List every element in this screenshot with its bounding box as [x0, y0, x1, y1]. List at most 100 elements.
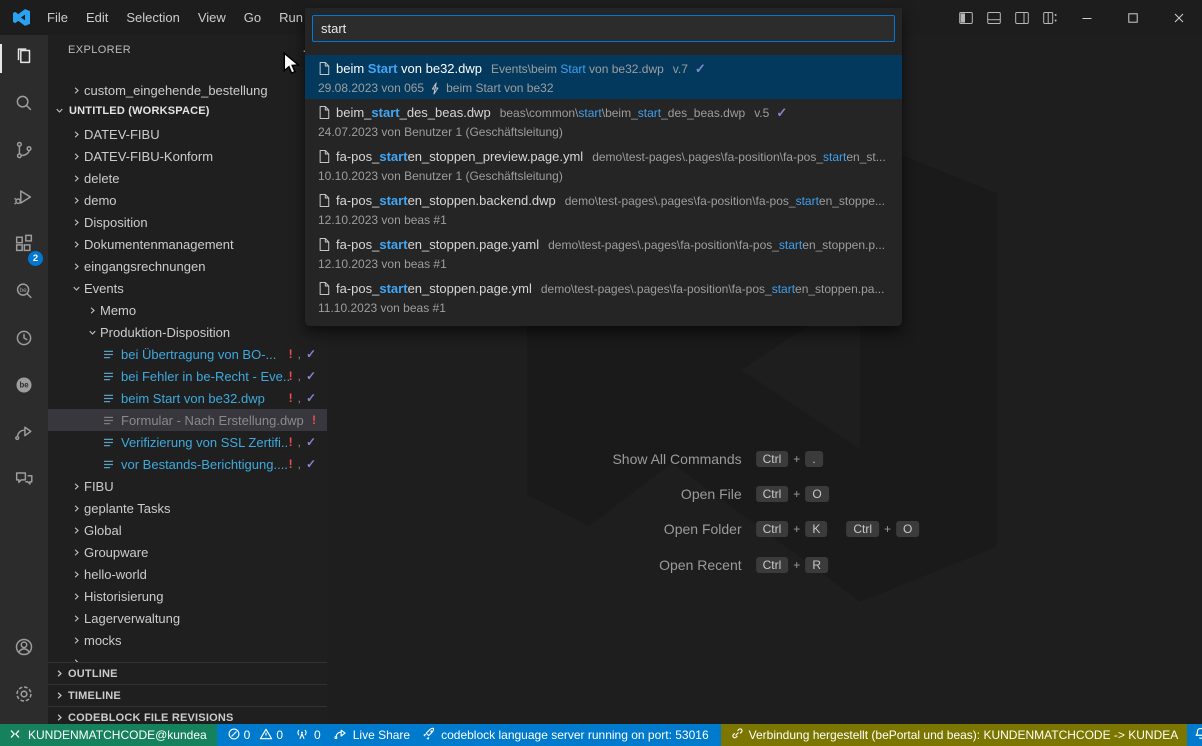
workspace-root[interactable]: UNTITLED (WORKSPACE)	[48, 101, 327, 120]
tree-item[interactable]: delete	[48, 167, 327, 189]
tree-item[interactable]: Lagerverwaltung	[48, 607, 327, 629]
tree-item[interactable]: Memo	[48, 299, 327, 321]
customize-layout-icon[interactable]	[1036, 0, 1064, 35]
status-live-share[interactable]: Live Share	[327, 724, 416, 746]
tree-item[interactable]: beim Start von be32.dwp!,✓	[48, 387, 327, 409]
activity-search[interactable]	[0, 82, 48, 129]
explorer-header: EXPLORER ···	[48, 35, 327, 66]
menu-go[interactable]: Go	[235, 0, 270, 35]
document-icon	[318, 149, 330, 164]
activity-extensions[interactable]: 2	[0, 223, 48, 270]
minimize-button[interactable]	[1064, 0, 1110, 35]
tree-item[interactable]: Historisierung	[48, 585, 327, 607]
be-search-icon: be	[13, 280, 35, 307]
status-notifications[interactable]	[1187, 724, 1202, 746]
panel-codeblock-file-revisions[interactable]: CODEBLOCK FILE REVISIONS	[48, 706, 327, 724]
tree-item[interactable]: Produktion-Disposition	[48, 321, 327, 343]
activity-be-portal[interactable]: be	[0, 364, 48, 411]
activity-settings[interactable]	[0, 673, 48, 720]
check-decoration: ✓	[306, 435, 316, 449]
tree-item[interactable]: geplante Tasks	[48, 497, 327, 519]
tree-item[interactable]: hello-world	[48, 563, 327, 585]
decoration-separator: ,	[298, 457, 301, 471]
tree-item-label: DATEV-FIBU	[84, 127, 160, 142]
file-icon	[100, 434, 116, 450]
toggle-panel-icon[interactable]	[980, 0, 1008, 35]
shortcut-label: Open Recent	[610, 556, 742, 574]
activity-account[interactable]	[0, 626, 48, 673]
tree-item[interactable]: Disposition	[48, 211, 327, 233]
tree-item[interactable]: Dokumentenmanagement	[48, 233, 327, 255]
activity-comments[interactable]	[0, 458, 48, 505]
chevron-right-icon	[68, 236, 84, 252]
tree-item[interactable]: FIBU	[48, 475, 327, 497]
file-icon	[100, 390, 116, 406]
result-detail: 10.10.2023 von Benutzer 1 (Geschäftsleit…	[318, 169, 563, 183]
decoration-separator: ,	[298, 391, 301, 405]
share-icon	[13, 421, 35, 448]
quick-open-result[interactable]: beim_start_des_beas.dwpbeas\common\start…	[305, 99, 902, 143]
activity-history[interactable]	[0, 317, 48, 364]
quick-open-result[interactable]: fa-pos_starten_stoppen.backend.dwpdemo\t…	[305, 187, 902, 231]
tree-item-label: Verifizierung von SSL Zertifi...	[121, 435, 289, 450]
warning-icon	[259, 727, 273, 744]
tree-item[interactable]: Events	[48, 277, 327, 299]
quick-open-result[interactable]: fa-pos_starten_stoppen.page.yamldemo\tes…	[305, 231, 902, 275]
tree-item[interactable]: vor Bestands-Berichtigung....!,✓	[48, 453, 327, 475]
panel-timeline[interactable]: TIMELINE	[48, 684, 327, 706]
menu-view[interactable]: View	[189, 0, 235, 35]
menu-edit[interactable]: Edit	[77, 0, 117, 35]
warning-count: 0	[276, 728, 283, 742]
key-cap: Ctrl	[756, 557, 789, 573]
quick-open-result[interactable]: beim Start von be32.dwpEvents\beim Start…	[305, 55, 902, 99]
tree-item[interactable]: bei Fehler in be-Recht - Eve...!,✓	[48, 365, 327, 387]
toggle-secondary-sidebar-icon[interactable]	[1008, 0, 1036, 35]
result-detail: 29.08.2023 von 065	[318, 81, 424, 95]
status-bar: KUNDENMATCHCODE@kundea 0 0 0 Live Share …	[0, 724, 1202, 746]
status-ports[interactable]: 0	[289, 724, 327, 746]
tree-item[interactable]: custom_eingehende_bestellung	[48, 79, 327, 101]
tree-item-label: Disposition	[84, 215, 148, 230]
tree-item[interactable]	[48, 651, 327, 662]
tree-item[interactable]: DATEV-FIBU-Konform	[48, 145, 327, 167]
status-language-server[interactable]: codeblock language server running on por…	[416, 724, 715, 746]
decorations: !	[312, 413, 327, 427]
quick-open-input[interactable]	[312, 15, 895, 42]
chevron-right-icon	[51, 710, 67, 725]
decorations: !,✓	[289, 391, 327, 405]
tree-item[interactable]: demo	[48, 189, 327, 211]
tree-item[interactable]: Formular - Nach Erstellung.dwp!	[48, 409, 327, 431]
activity-run-debug[interactable]	[0, 176, 48, 223]
result-detail: 24.07.2023 von Benutzer 1 (Geschäftsleit…	[318, 125, 563, 139]
check-decoration: ✓	[306, 369, 316, 383]
activity-be-search[interactable]: be	[0, 270, 48, 317]
menu-file[interactable]: File	[38, 0, 77, 35]
tree-item[interactable]: eingangsrechnungen	[48, 255, 327, 277]
quick-open-result[interactable]: fa-pos_starten_stoppen.page.ymldemo\test…	[305, 275, 902, 319]
tree-item[interactable]: Verifizierung von SSL Zertifi...!,✓	[48, 431, 327, 453]
status-connection[interactable]: Verbindung hergestellt (bePortal und bea…	[721, 724, 1188, 746]
tree-item-label: Formular - Nach Erstellung.dwp	[121, 413, 304, 428]
key-cap: Ctrl	[846, 521, 879, 537]
tree-item[interactable]: bei Übertragung von BO-...!,✓	[48, 343, 327, 365]
maximize-button[interactable]	[1110, 0, 1156, 35]
quick-open-result[interactable]: ide_integration_starter.dwpTools\package…	[305, 319, 902, 326]
status-problems[interactable]: 0 0	[217, 724, 289, 746]
panel-label: TIMELINE	[68, 690, 121, 702]
activity-explorer[interactable]	[0, 35, 48, 82]
activity-share[interactable]	[0, 411, 48, 458]
close-button[interactable]	[1156, 0, 1202, 35]
panel-outline[interactable]: OUTLINE	[48, 662, 327, 684]
tree-item[interactable]: Global	[48, 519, 327, 541]
server-icon	[422, 727, 436, 744]
menu-selection[interactable]: Selection	[117, 0, 188, 35]
quick-open-result[interactable]: fa-pos_starten_stoppen_preview.page.ymld…	[305, 143, 902, 187]
tree-item[interactable]: DATEV-FIBU	[48, 123, 327, 145]
error-decoration: !	[289, 391, 293, 405]
activity-source-control[interactable]	[0, 129, 48, 176]
status-remote[interactable]: KUNDENMATCHCODE@kundea	[0, 724, 217, 746]
result-note: beim Start von be32	[446, 81, 553, 95]
tree-item[interactable]: mocks	[48, 629, 327, 651]
toggle-sidebar-icon[interactable]	[952, 0, 980, 35]
tree-item[interactable]: Groupware	[48, 541, 327, 563]
